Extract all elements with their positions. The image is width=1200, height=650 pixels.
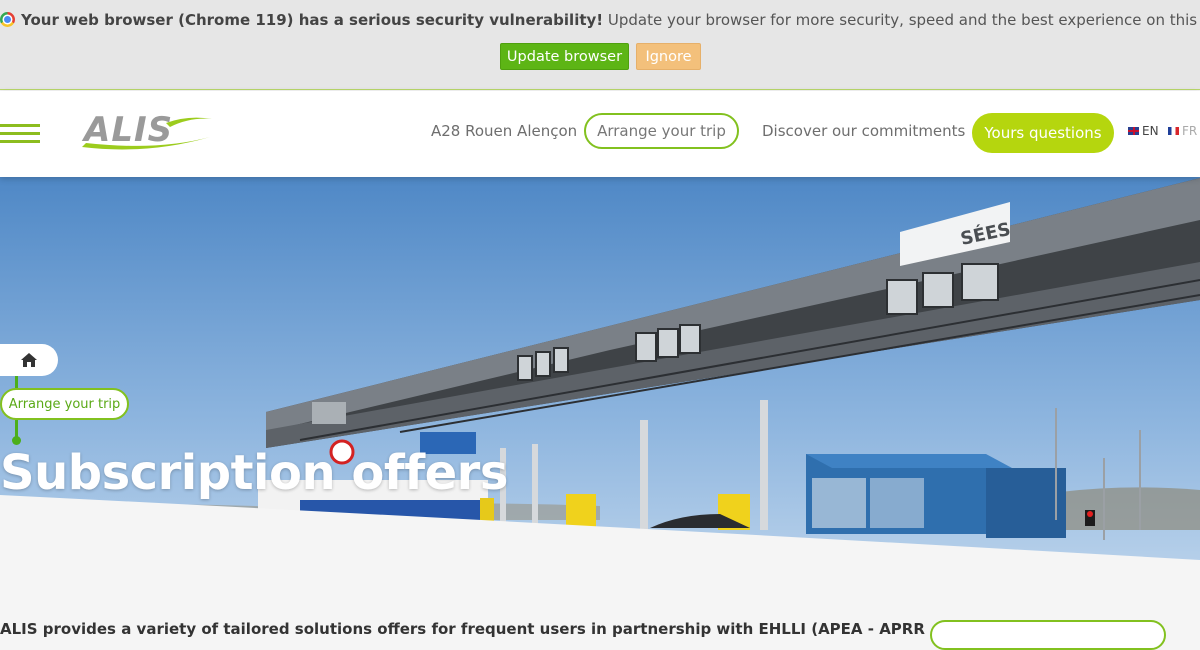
intro-text: ALIS provides a variety of tailored solu… bbox=[0, 620, 925, 638]
banner-warning: Your web browser (Chrome 119) has a seri… bbox=[21, 11, 604, 29]
update-browser-button[interactable]: Update browser bbox=[500, 43, 629, 70]
breadcrumb-arrange-trip[interactable]: Arrange your trip bbox=[0, 388, 129, 420]
nav-questions-button[interactable]: Yours questions bbox=[972, 113, 1114, 153]
browser-update-banner: Your web browser (Chrome 119) has a seri… bbox=[0, 0, 1200, 90]
breadcrumb-connector bbox=[15, 376, 18, 388]
nav-commitments-link[interactable]: Discover our commitments bbox=[762, 122, 965, 140]
breadcrumb-home[interactable] bbox=[0, 344, 58, 376]
site-header: ALIS A28 Rouen Alençon Arrange your trip… bbox=[0, 91, 1200, 177]
banner-text: Update your browser for more security, s… bbox=[603, 11, 1200, 29]
page-title: Subscription offers bbox=[0, 445, 508, 501]
chrome-icon bbox=[0, 12, 15, 27]
hero-image: SÉES bbox=[0, 177, 1200, 630]
svg-text:ALIS: ALIS bbox=[81, 111, 173, 150]
breadcrumb-dot bbox=[12, 436, 21, 445]
lang-en[interactable]: EN bbox=[1128, 124, 1159, 138]
nav-arrange-trip[interactable]: Arrange your trip bbox=[584, 113, 739, 149]
nav-route-link[interactable]: A28 Rouen Alençon bbox=[431, 122, 577, 140]
fr-flag-icon bbox=[1168, 127, 1179, 135]
content-button[interactable] bbox=[930, 620, 1166, 650]
alis-logo[interactable]: ALIS bbox=[78, 111, 220, 155]
uk-flag-icon bbox=[1128, 127, 1139, 135]
toll-plaza-photo: SÉES bbox=[0, 177, 1200, 630]
lang-fr[interactable]: FR bbox=[1168, 124, 1197, 138]
menu-icon[interactable] bbox=[0, 124, 40, 144]
home-icon bbox=[21, 353, 37, 367]
ignore-button[interactable]: Ignore bbox=[636, 43, 701, 70]
banner-message: Your web browser (Chrome 119) has a seri… bbox=[0, 11, 1200, 29]
